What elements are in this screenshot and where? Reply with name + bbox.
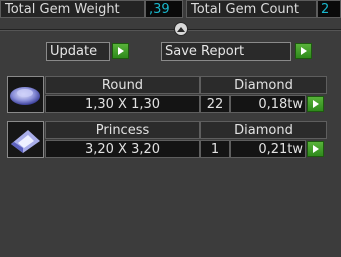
- arrow-right-icon: [313, 145, 319, 153]
- gem-size: 3,20 X 3,20: [45, 140, 200, 158]
- update-button[interactable]: Update: [46, 42, 110, 61]
- gem-count: 1: [200, 140, 230, 158]
- divider-highlight: [0, 30, 341, 31]
- gem-count: 22: [200, 95, 230, 113]
- total-gem-weight-label: Total Gem Weight: [0, 0, 145, 18]
- update-go-button[interactable]: [112, 43, 129, 59]
- arrow-right-icon: [301, 47, 307, 55]
- gem-thumbnail: [7, 121, 44, 158]
- arrow-right-icon: [313, 100, 319, 108]
- gem-weight: 0,21tw: [230, 140, 306, 158]
- gem-material: Diamond: [200, 76, 327, 94]
- gem-thumbnail: [7, 76, 44, 113]
- save-report-button[interactable]: Save Report: [161, 42, 291, 61]
- gem-shape: Princess: [45, 121, 200, 139]
- gem-shape: Round: [45, 76, 200, 94]
- gem-card-princess[interactable]: Princess Diamond 3,20 X 3,20 1 0,21tw: [7, 121, 327, 158]
- gem-go-button[interactable]: [307, 96, 324, 112]
- total-gem-weight-value: ,39: [145, 0, 183, 18]
- save-report-go-button[interactable]: [295, 43, 312, 59]
- gem-size: 1,30 X 1,30: [45, 95, 200, 113]
- princess-gem-icon: [11, 130, 40, 153]
- arrow-right-icon: [118, 47, 124, 55]
- gem-weight: 0,18tw: [230, 95, 306, 113]
- gem-material: Diamond: [200, 121, 327, 139]
- total-gem-count-label: Total Gem Count: [186, 0, 317, 18]
- gem-card-round[interactable]: Round Diamond 1,30 X 1,30 22 0,18tw: [7, 76, 327, 113]
- total-gem-count-value: 2: [317, 0, 341, 18]
- collapse-button[interactable]: [174, 22, 188, 36]
- round-gem-icon: [10, 87, 40, 105]
- gem-go-button[interactable]: [307, 141, 324, 157]
- chevron-up-icon: [177, 27, 185, 32]
